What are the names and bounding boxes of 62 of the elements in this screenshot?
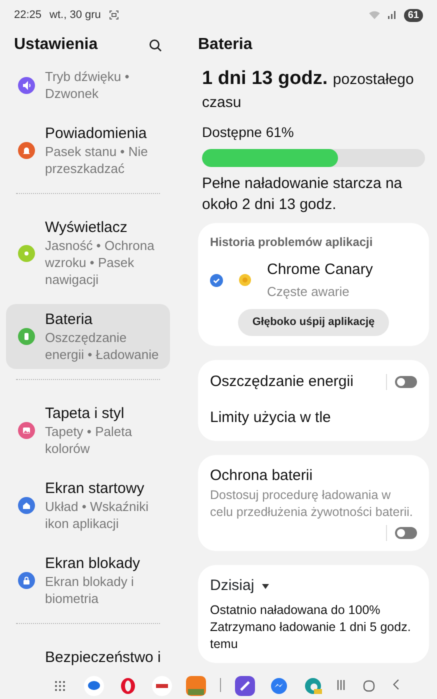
settings-item[interactable]: Bateria Oszczędzanie energii • Ładowanie <box>6 304 170 369</box>
settings-item[interactable]: Wyświetlacz Jasność • Ochrona wzroku • Pasek nawigacji <box>6 212 170 294</box>
item-subtitle: Tapety • Paleta kolorów <box>45 423 133 457</box>
caret-icon <box>262 584 270 589</box>
settings-title: Ustawienia <box>14 35 98 55</box>
usage-text: Ostatnio naładowana do 100% <box>210 602 382 618</box>
app-icon <box>239 274 251 286</box>
card-description: Dostosuj procedurę ładowania w celu przedłużenia żywotności baterii. <box>210 487 414 521</box>
item-title: Wyświetlacz <box>45 218 128 237</box>
full-charge-text: Pełne naładowanie starcza na około 2 dni 13 godz. <box>201 174 404 215</box>
image-icon <box>18 422 35 439</box>
signal-icon <box>388 11 396 19</box>
usage-text: Zatrzymano ładowanie 1 dni 5 godz. temu <box>210 618 412 652</box>
checkbox[interactable] <box>210 274 223 286</box>
setting-label: Limity użycia w tle <box>210 408 331 428</box>
bell-icon <box>18 142 35 159</box>
toggle-switch[interactable] <box>395 376 417 388</box>
card-heading: Historia problemów aplikacji <box>210 234 374 251</box>
home-icon <box>18 497 35 514</box>
news-app-icon[interactable] <box>152 674 172 694</box>
settings-item[interactable]: Bezpieczeństwo i <box>6 642 170 670</box>
item-title: Powiadomienia <box>45 124 148 143</box>
toggle-switch[interactable] <box>395 527 417 539</box>
speaker-icon <box>18 76 35 94</box>
period-dropdown[interactable]: Dzisiaj <box>210 575 270 598</box>
item-subtitle: Układ • Wskaźniki ikon aplikacji <box>45 498 150 532</box>
setting-label: Oszczędzanie energii <box>210 372 354 392</box>
item-subtitle: Pasek stanu • Nie przeszkadzać <box>45 143 149 177</box>
recents-button[interactable] <box>337 680 345 690</box>
available-text: Dostępne 61% <box>201 123 295 142</box>
lock-icon <box>18 572 35 589</box>
item-title: Ekran startowy <box>45 479 146 498</box>
item-subtitle: Ekran blokady i biometria <box>45 573 135 607</box>
item-title: Ekran blokady <box>45 554 142 573</box>
settings-item[interactable]: Tapeta i styl Tapety • Paleta kolorów <box>6 398 170 463</box>
sun-icon <box>18 244 35 262</box>
page-title: Bateria <box>198 35 254 55</box>
settings-item[interactable]: Ekran startowy Układ • Wskaźniki ikon aplikacji <box>6 473 170 538</box>
status-date: wt., 30 gru <box>50 8 101 23</box>
search-button[interactable] <box>149 38 162 52</box>
item-title: Bezpieczeństwo i <box>45 648 161 667</box>
battery-indicator: 61 <box>404 8 423 22</box>
app-status: Częste awarie <box>267 282 350 301</box>
back-button[interactable] <box>393 679 399 690</box>
remaining-time: 1 dni 13 godz. pozostałego czasu <box>201 68 415 113</box>
notes-app-icon[interactable] <box>235 674 255 694</box>
shopping-app-icon[interactable] <box>186 674 206 694</box>
messages-app-icon[interactable] <box>84 674 104 694</box>
status-time: 22:25 <box>14 8 42 23</box>
item-title: Tapeta i styl <box>45 404 126 423</box>
screenshot-icon <box>108 10 119 20</box>
item-subtitle: Tryb dźwięku • Dzwonek <box>45 68 130 102</box>
settings-item[interactable]: Ekran blokady Ekran blokady i biometria <box>6 548 170 613</box>
settings-item[interactable]: Powiadomienia Pasek stanu • Nie przeszkadzać <box>6 118 170 183</box>
battery-icon <box>18 328 35 345</box>
item-subtitle: Oszczędzanie energii • Ładowanie <box>45 329 160 363</box>
item-title: Bateria <box>45 310 94 329</box>
deep-sleep-button[interactable]: Głęboko uśpij aplikację <box>238 309 389 336</box>
item-subtitle: Jasność • Ochrona wzroku • Pasek nawigacji <box>45 237 156 288</box>
card-title: Ochrona baterii <box>210 466 314 486</box>
app-name: Chrome Canary <box>267 260 373 280</box>
wifi-icon <box>368 10 380 20</box>
